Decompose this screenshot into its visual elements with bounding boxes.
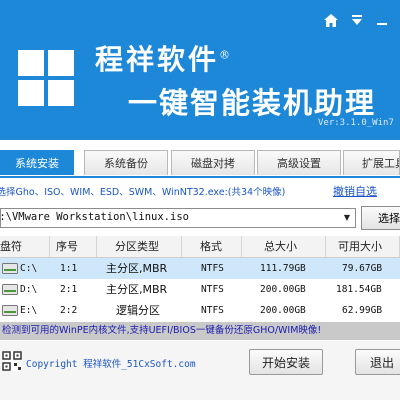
partition-index: 1:1 (60, 263, 78, 274)
drive-letter: C:\ (20, 263, 38, 274)
total-size: 200.00GB (260, 284, 306, 295)
brand-text: 程祥软件 (95, 43, 220, 76)
column-header-drive: 盘符 (0, 236, 50, 257)
partition-type: 逻辑分区 (116, 304, 160, 317)
home-icon[interactable] (322, 14, 340, 30)
minimize-icon[interactable] (373, 14, 391, 30)
column-header-free: 可用大小 (326, 236, 400, 257)
drive-icon (2, 263, 18, 274)
footer: Copyright 程祥软件_51CxSoft.com 开始安装 退出 (0, 341, 400, 400)
copyright-text: Copyright 程祥软件_51CxSoft.com (26, 359, 196, 370)
file-system: NTFS (201, 284, 224, 295)
status-notice: 检测到可用的WinPE内核文件,支持UEFI/BIOS一键备份还原GHO/WIM… (0, 322, 400, 340)
image-count: (共34个映像) (227, 187, 286, 198)
image-type-hint: 请选择Gho、ISO、WIM、ESD、SWM、WinNT32.exe:(共34个… (0, 184, 285, 198)
partition-index: 2:1 (60, 284, 78, 295)
partition-type: 主分区,MBR (106, 262, 168, 275)
app-slogan: 一键智能装机助理 (128, 86, 377, 120)
tab-system-install[interactable]: 系统安装 (0, 150, 74, 175)
table-row[interactable]: D:\ 2:1 主分区,MBR NTFS 200.00GB 181.54GB (0, 279, 400, 300)
column-header-type: 分区类型 (97, 236, 182, 257)
column-header-index: 序号 (50, 236, 97, 257)
drive-icon (2, 284, 18, 295)
app-header: 程祥软件® 一键智能装机助理 Ver:3.1.0_Win7 (0, 0, 400, 140)
table-row[interactable]: C:\ 1:1 主分区,MBR NTFS 111.79GB 79.67GB (0, 258, 400, 279)
file-system: NTFS (201, 305, 224, 316)
status-notice-text: 检测到可用的WinPE内核文件,支持UEFI/BIOS一键备份还原GHO/WIM… (2, 325, 322, 336)
free-size: 181.54GB (336, 284, 382, 295)
main-tabs: 系统安装 系统备份 磁盘对拷 高级设置 扩展工具 (0, 150, 400, 178)
browse-button[interactable]: 选择 (361, 206, 400, 230)
total-size: 111.79GB (260, 263, 306, 274)
drive-icon (2, 305, 18, 316)
qr-code-icon[interactable] (2, 351, 22, 371)
exit-button[interactable]: 退出 (355, 349, 400, 375)
image-path-value: D:\VMware Workstation\linux.iso (0, 211, 189, 223)
column-header-format: 格式 (182, 236, 242, 257)
windows-logo-icon (18, 50, 74, 106)
image-type-hint-text: 请选择Gho、ISO、WIM、ESD、SWM、WinNT32.exe: (0, 187, 228, 198)
menu-down-icon[interactable] (348, 14, 366, 30)
undo-selection-link[interactable]: 撤销自选 (333, 183, 377, 199)
version-label: Ver:3.1.0_Win7 (318, 118, 394, 128)
registered-mark: ® (219, 48, 234, 62)
table-row[interactable]: E:\ 2:2 逻辑分区 NTFS 200.00GB 62.99GB (0, 300, 400, 321)
free-size: 62.99GB (342, 305, 383, 316)
chevron-down-icon[interactable]: ▼ (339, 209, 355, 227)
partition-index: 2:2 (60, 305, 78, 316)
tab-advanced-settings[interactable]: 高级设置 (257, 150, 341, 175)
partition-table: 盘符 序号 分区类型 格式 总大小 可用大小 C:\ 1:1 主分区,MBR N… (0, 236, 400, 321)
table-header: 盘符 序号 分区类型 格式 总大小 可用大小 (0, 236, 400, 258)
tab-system-backup[interactable]: 系统备份 (84, 150, 168, 175)
drive-letter: D:\ (20, 284, 38, 295)
free-size: 79.67GB (342, 263, 383, 274)
column-header-total: 总大小 (242, 236, 326, 257)
tab-disk-copy[interactable]: 磁盘对拷 (171, 150, 255, 175)
tab-extension-tools[interactable]: 扩展工具 (343, 150, 400, 175)
start-install-button[interactable]: 开始安装 (249, 349, 323, 375)
image-select-row: 请选择Gho、ISO、WIM、ESD、SWM、WinNT32.exe:(共34个… (0, 181, 400, 201)
image-path-dropdown[interactable]: D:\VMware Workstation\linux.iso ▼ (0, 208, 356, 228)
brand-name: 程祥软件® (95, 38, 233, 78)
file-system: NTFS (201, 263, 224, 274)
total-size: 200.00GB (260, 305, 306, 316)
partition-type: 主分区,MBR (106, 283, 168, 296)
drive-letter: E:\ (20, 305, 38, 316)
